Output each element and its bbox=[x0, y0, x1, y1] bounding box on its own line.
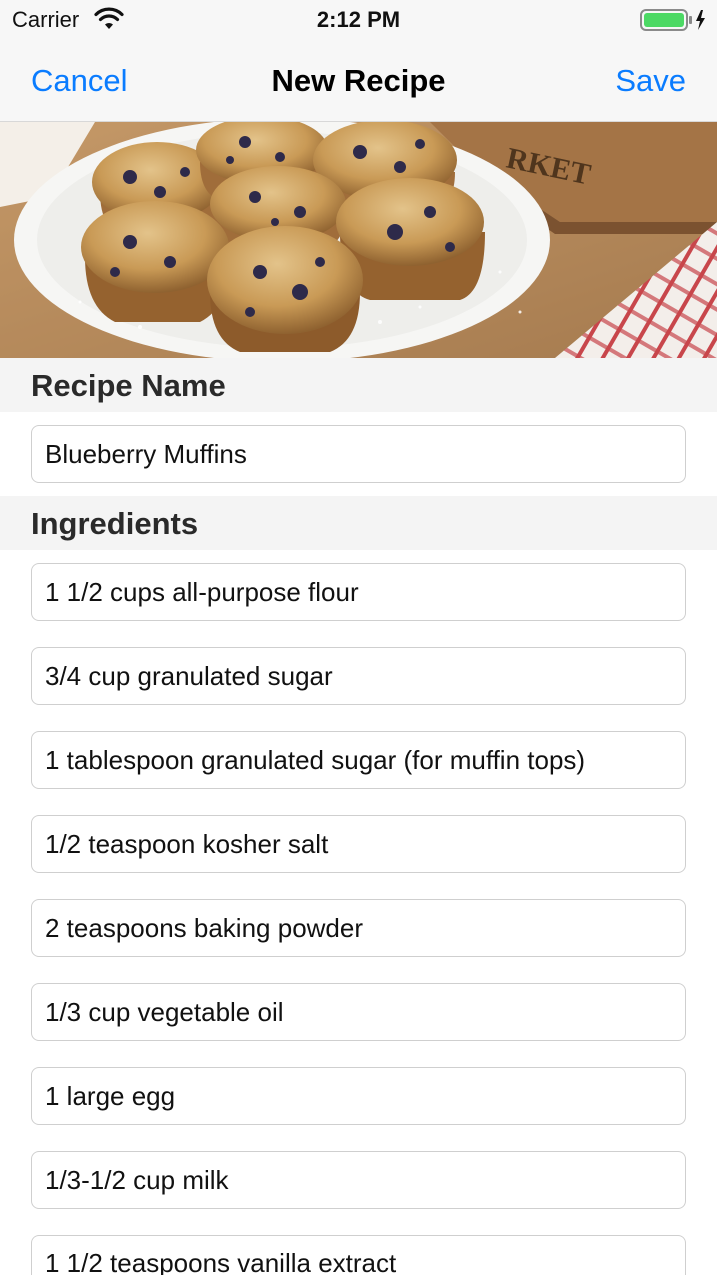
status-time: 2:12 PM bbox=[316, 7, 401, 32]
ingredient-input-4[interactable] bbox=[31, 815, 686, 873]
ingredient-input-1[interactable] bbox=[31, 563, 686, 621]
ingredient-input-6[interactable] bbox=[31, 983, 686, 1041]
recipe-name-header: Recipe Name bbox=[0, 358, 717, 412]
status-bar: Carrier 2:12 PM bbox=[0, 0, 717, 40]
ingredient-input-9[interactable] bbox=[31, 1235, 686, 1275]
recipe-name-header-label: Recipe Name bbox=[31, 368, 226, 403]
recipe-photo[interactable]: RKET bbox=[0, 122, 717, 358]
ingredient-input-8[interactable] bbox=[31, 1151, 686, 1209]
save-button[interactable]: Save bbox=[615, 63, 686, 99]
navigation-bar: Cancel New Recipe Save bbox=[0, 40, 717, 122]
ingredients-header-label: Ingredients bbox=[31, 506, 199, 541]
ingredients-header: Ingredients bbox=[0, 496, 717, 550]
ingredient-input-2[interactable] bbox=[31, 647, 686, 705]
ingredient-input-7[interactable] bbox=[31, 1067, 686, 1125]
ingredient-input-3[interactable] bbox=[31, 731, 686, 789]
recipe-name-input[interactable] bbox=[31, 425, 686, 483]
battery-charging-icon bbox=[640, 8, 708, 32]
ingredient-input-5[interactable] bbox=[31, 899, 686, 957]
page-title: New Recipe bbox=[271, 63, 446, 98]
